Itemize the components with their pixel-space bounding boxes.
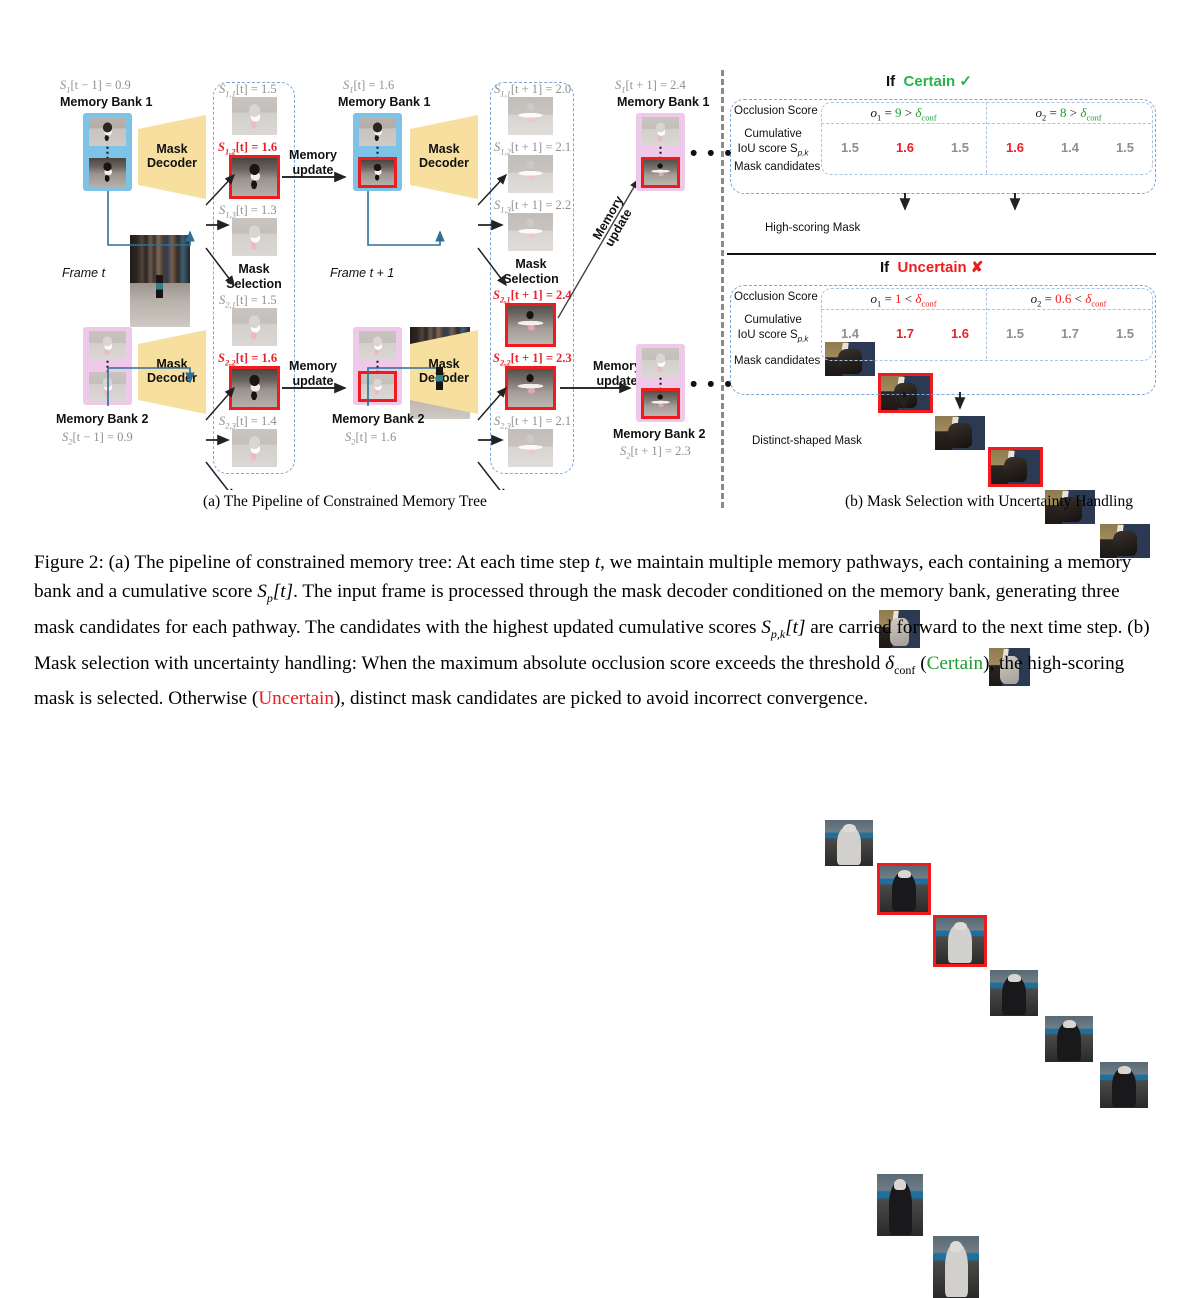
uncertain-candidate-1-1 (825, 820, 873, 866)
subcaption-b: (b) Mask Selection with Uncertainty Hand… (845, 493, 1133, 510)
caption-var-S1-br: [t] (272, 581, 294, 602)
certain-result-arrows (899, 193, 1021, 211)
memory-frame-selected (641, 157, 680, 188)
memory-bank-2-out: ⋮ (636, 344, 685, 422)
certain-score-1-1: 1.5 (840, 140, 860, 155)
uncertain-score-1-2: 1.7 (895, 326, 915, 341)
ellipsis-out-2: • • • (690, 373, 734, 396)
bank2-title-out: Memory Bank 2 (613, 427, 706, 441)
uncertain-score-2-3: 1.5 (1115, 326, 1135, 341)
certain-occlusion-row-label: Occlusion Score (734, 105, 818, 117)
caption-uncertain: Uncertain (258, 688, 334, 710)
bank2-score-out: S2[t + 1] = 2.3 (620, 444, 691, 461)
uncertain-distinct-mask-1 (877, 1174, 923, 1236)
caption-var-S2-sub: p,k (770, 626, 786, 641)
uncertain-occlusion-2: o2 = 0.6 < δconf (1030, 291, 1107, 309)
certain-score-2-2: 1.4 (1060, 140, 1080, 155)
caption-var-S2: S (761, 616, 771, 638)
uncertain-candidate-1-3-selected (933, 915, 987, 967)
certain-cumulative-row-label: Cumulative IoU score Sp,k (737, 128, 809, 158)
certain-occlusion-1: o1 = 9 > δconf (870, 105, 937, 123)
uncertain-score-2-1: 1.5 (1005, 326, 1025, 341)
uncertain-candidate-2-2 (1045, 1016, 1093, 1062)
uncertain-result-arrows (898, 392, 966, 410)
uncertain-distinct-mask-2 (933, 1236, 979, 1298)
certain-occlusion-2: o2 = 8 > δconf (1035, 105, 1102, 123)
memory-frame (642, 348, 679, 377)
uncertain-candidates-row-label: Mask candidates (734, 355, 821, 367)
figure-number: Figure 2: (34, 552, 104, 573)
cross-icon: ✘ (970, 259, 984, 276)
certain-score-2-1: 1.6 (1005, 140, 1025, 155)
certain-score-1-3: 1.5 (950, 140, 970, 155)
vertical-ellipsis-icon: ⋮ (653, 144, 668, 160)
uncertain-header: If Uncertain ✘ (880, 259, 984, 276)
caption-var-delta: δ (885, 652, 895, 674)
caption-var-S2-br: [t] (785, 616, 806, 638)
caption-part-1: (a) The pipeline of constrained memory t… (108, 552, 595, 573)
certain-score-2-3: 1.5 (1115, 140, 1135, 155)
certain-result-label: High-scoring Mask (765, 222, 861, 234)
figure-2-root: S1[t − 1] = 0.9 Memory Bank 1 ⋮ Mask Dec… (0, 0, 1180, 1298)
uncertain-occlusion-1: o1 = 1 < δconf (870, 291, 937, 309)
uncertain-cumulative-row-label: Cumulative IoU score Sp,k (737, 314, 809, 344)
uncertain-score-1-1: 1.4 (840, 326, 860, 341)
figure-caption: Figure 2: (a) The pipeline of constraine… (34, 548, 1150, 713)
certain-header: If Certain ✓ (886, 73, 972, 90)
caption-certain: Certain (926, 652, 984, 674)
certain-score-1-2: 1.6 (895, 140, 915, 155)
certain-candidates-row-label: Mask candidates (734, 161, 821, 173)
uncertain-score-1-3: 1.6 (950, 326, 970, 341)
check-icon: ✓ (959, 73, 972, 90)
caption-part-5: ( (915, 652, 927, 674)
uncertain-occlusion-row-label: Occlusion Score (734, 291, 818, 303)
caption-var-delta-sub: conf (894, 662, 916, 677)
panel-divider (721, 70, 724, 508)
certain-uncertain-divider (727, 253, 1156, 255)
uncertain-candidate-2-1 (990, 970, 1038, 1016)
memory-bank-1-out: ⋮ (636, 113, 685, 191)
bank1-title-out: Memory Bank 1 (617, 95, 710, 109)
caption-var-S1: S (257, 581, 267, 602)
subcaption-a: (a) The Pipeline of Constrained Memory T… (203, 493, 487, 510)
uncertain-candidate-1-2-selected (877, 863, 931, 915)
uncertain-candidate-2-3 (1100, 1062, 1148, 1108)
caption-part-7: ), distinct mask candidates are picked t… (333, 688, 869, 710)
memory-frame-selected (641, 388, 680, 419)
uncertain-score-2-2: 1.7 (1060, 326, 1080, 341)
uncertain-result-label: Distinct-shaped Mask (752, 435, 862, 447)
certain-candidate-2-1-selected (988, 447, 1043, 487)
vertical-ellipsis-icon: ⋮ (653, 375, 668, 391)
certain-candidate-1-3 (935, 416, 985, 450)
memory-frame (642, 117, 679, 146)
bank1-score-out: S1[t + 1] = 2.4 (615, 78, 686, 95)
